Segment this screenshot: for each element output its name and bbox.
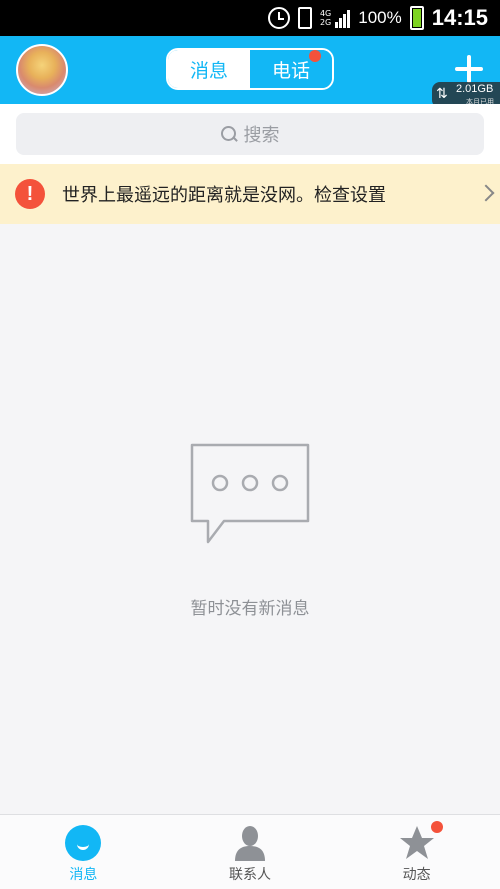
nav-item-feed[interactable]: 动态	[333, 815, 500, 889]
status-bar: 4G 2G 100% 14:15	[0, 0, 500, 36]
contacts-icon	[235, 826, 265, 861]
message-icon	[65, 825, 102, 861]
plus-icon[interactable]	[455, 55, 483, 83]
tab-messages[interactable]: 消息	[168, 50, 250, 88]
network-2g-label: 2G	[319, 18, 332, 27]
chevron-right-icon	[477, 184, 495, 202]
nav-item-messages[interactable]: 消息	[0, 815, 167, 889]
bottom-nav: 消息 联系人 动态	[0, 814, 500, 889]
search-placeholder: 搜索	[243, 125, 280, 146]
app-header: 消息 电话	[0, 36, 500, 104]
calls-badge-dot	[309, 50, 321, 62]
nav-label-feed: 动态	[402, 867, 431, 883]
star-icon	[399, 826, 434, 859]
nav-label-contacts: 联系人	[229, 867, 271, 883]
nav-item-contacts[interactable]: 联系人	[167, 815, 334, 889]
signal-icon	[335, 8, 351, 28]
alarm-icon	[267, 7, 290, 29]
data-usage-value: 2.01GB	[456, 83, 494, 95]
feed-badge-dot	[431, 821, 443, 833]
search-input[interactable]: 搜索	[16, 113, 484, 155]
vibrate-icon	[297, 7, 312, 29]
nav-label-messages: 消息	[69, 867, 98, 883]
clock: 14:15	[431, 5, 488, 30]
empty-state-text: 暂时没有新消息	[190, 599, 310, 619]
battery-icon	[409, 6, 424, 30]
search-icon	[220, 125, 238, 143]
network-warning-banner[interactable]: ! 世界上最遥远的距离就是没网。检查设置	[0, 164, 500, 224]
search-area: 搜索	[0, 104, 500, 164]
transfer-arrows-icon: ⇅	[436, 86, 448, 102]
battery-percent: 100%	[358, 8, 402, 27]
banner-text: 世界上最遥远的距离就是没网。检查设置	[62, 185, 386, 206]
warning-icon: !	[15, 179, 45, 209]
empty-chat-icon	[190, 443, 310, 544]
network-4g-label: 4G	[319, 9, 332, 18]
network-type: 4G 2G	[320, 9, 331, 27]
avatar[interactable]	[16, 44, 68, 96]
